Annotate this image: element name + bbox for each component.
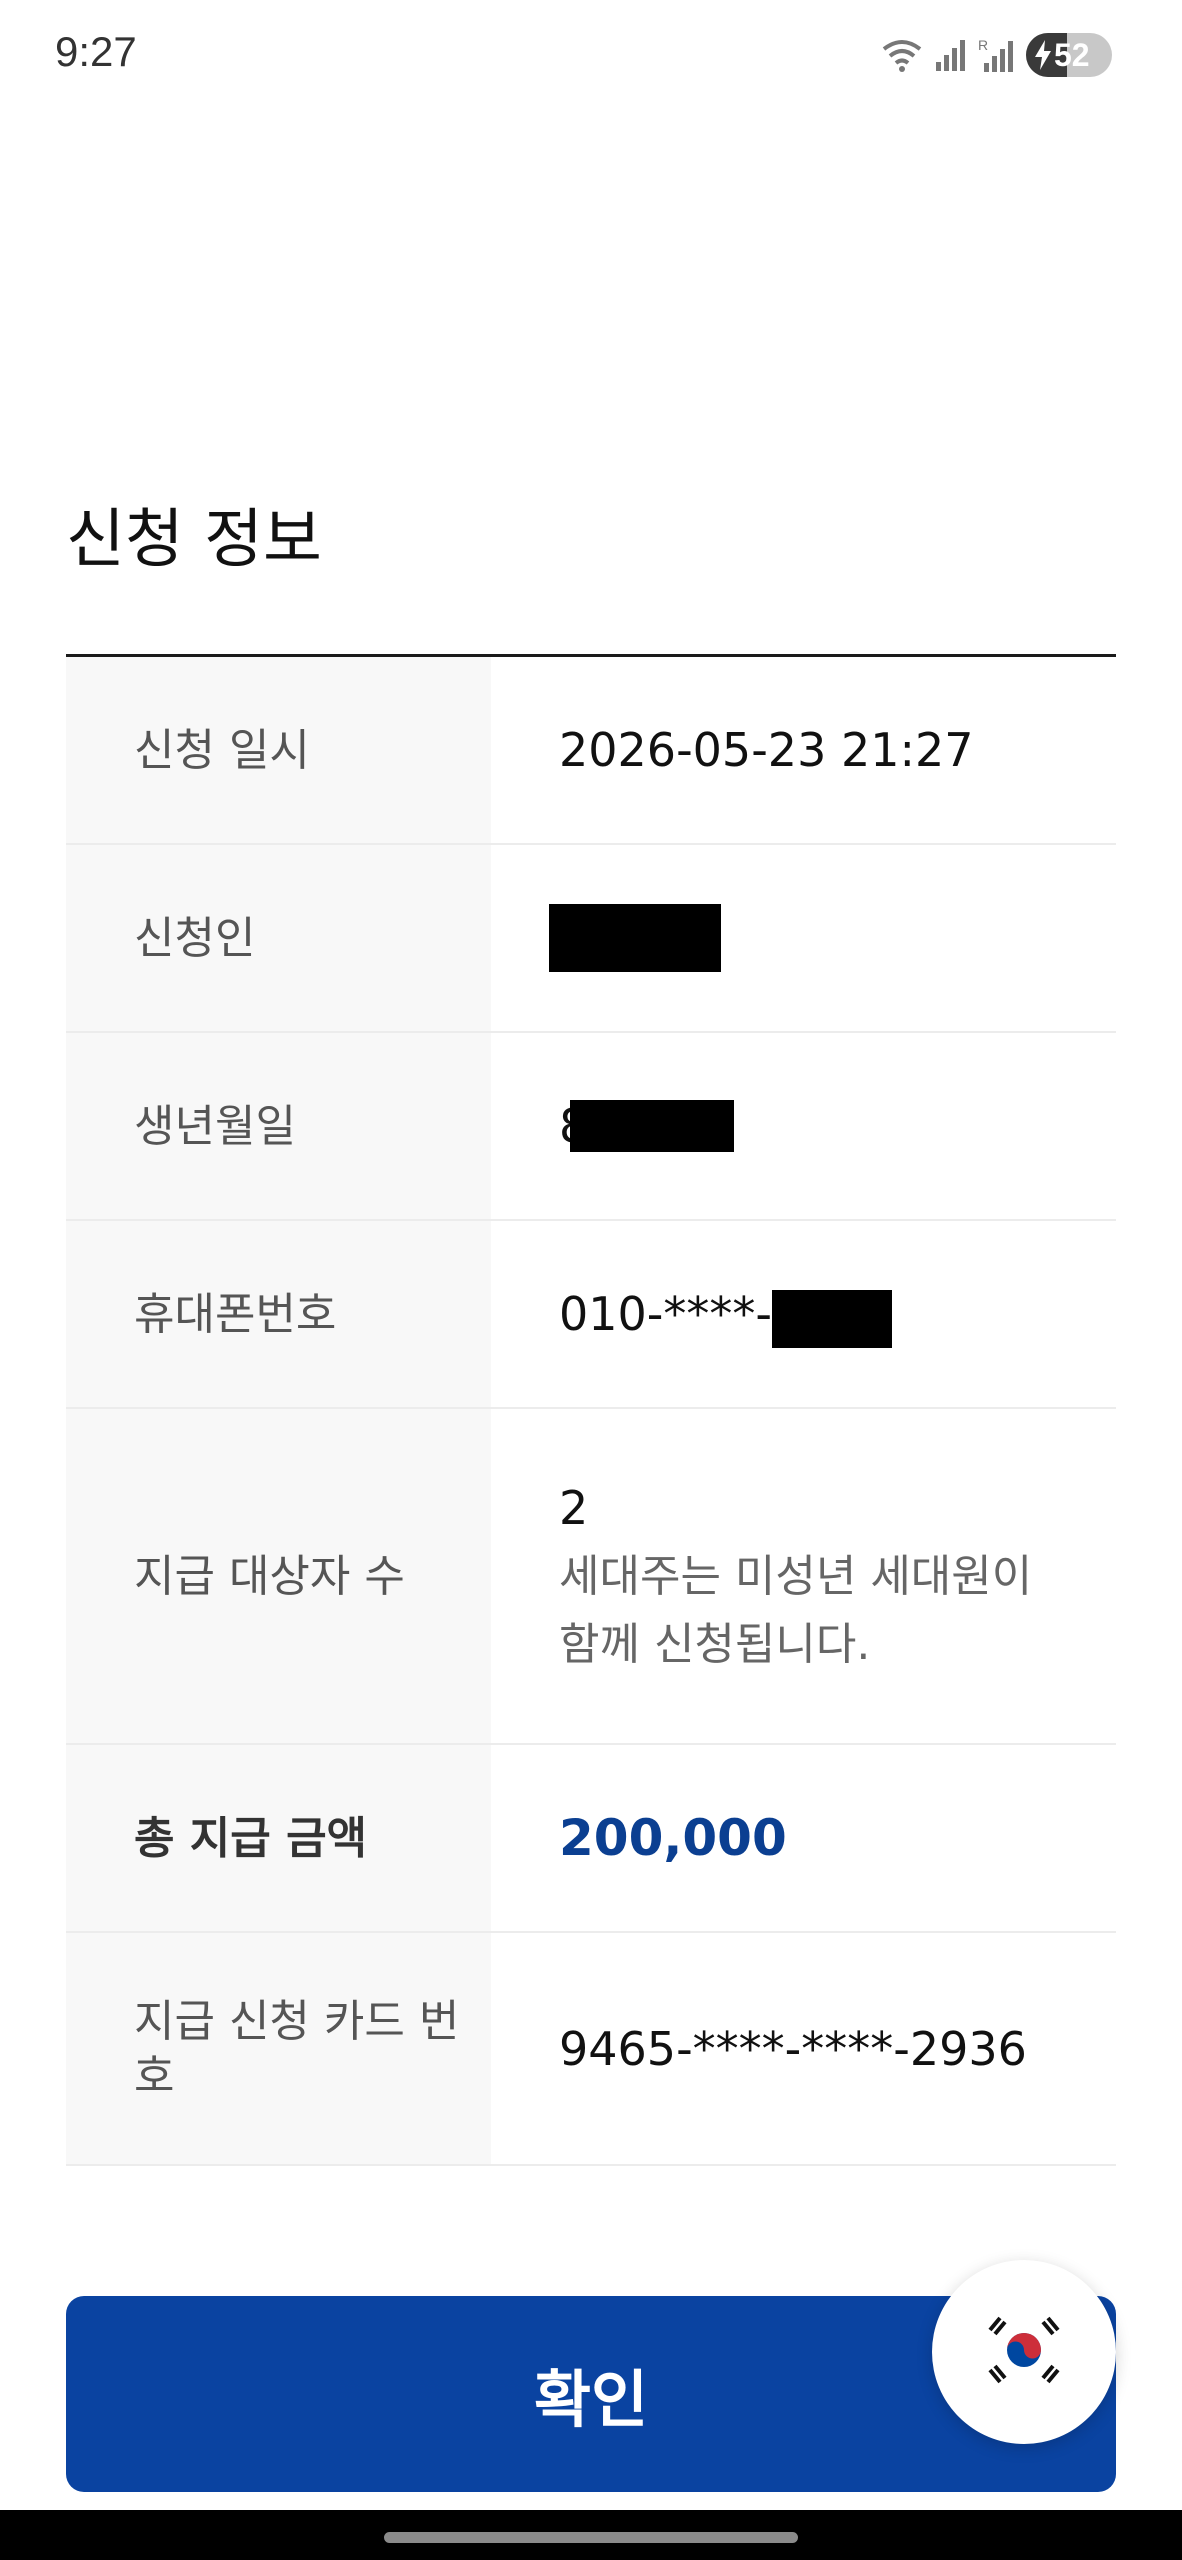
recipient-count: 2 [559, 1481, 589, 1535]
total-amount: 200,000 [559, 1809, 787, 1867]
battery-charging-icon: 52 [1026, 33, 1112, 77]
row-label: 생년월일 [66, 1033, 491, 1219]
status-icons: R 52 [880, 30, 1112, 80]
redaction-box [570, 1100, 735, 1152]
language-button[interactable] [932, 2260, 1116, 2444]
page-title: 신청 정보 [66, 503, 322, 577]
table-row: 지급 대상자 수 2 세대주는 미성년 세대원이 함께 신청됩니다. [66, 1409, 1116, 1745]
wifi-icon [880, 37, 924, 73]
signal-roaming-icon: R [978, 37, 1016, 73]
row-label: 신청 일시 [66, 657, 491, 843]
row-value: 9465-****-****-2936 [559, 2021, 1027, 2076]
row-value: 8 [491, 1033, 1116, 1219]
row-label: 휴대폰번호 [66, 1221, 491, 1407]
row-value: 2026-05-23 21:27 [559, 723, 974, 777]
row-label: 총 지급 금액 [66, 1745, 491, 1931]
home-gesture-handle[interactable] [384, 2532, 798, 2543]
info-table: 신청 일시 2026-05-23 21:27 신청인 생년월일 8 휴대폰번호 … [66, 657, 1116, 2166]
phone-number: 010-****- [559, 1287, 772, 1341]
korea-flag-icon [978, 2304, 1070, 2400]
row-value [491, 845, 1116, 1031]
row-label: 지급 신청 카드 번호 [66, 1933, 491, 2164]
table-row: 휴대폰번호 010-****- [66, 1221, 1116, 1409]
row-value: 200,000 [491, 1745, 1116, 1931]
signal-icon [934, 38, 968, 72]
battery-level: 52 [1054, 36, 1090, 73]
status-bar: 9:27 R 52 [0, 0, 1182, 110]
svg-text:R: R [978, 37, 988, 53]
redaction-box [549, 904, 721, 972]
table-row: 지급 신청 카드 번호 9465-****-****-2936 [66, 1933, 1116, 2166]
recipient-note: 세대주는 미성년 세대원이 함께 신청됩니다. [559, 1551, 1033, 1670]
row-value: 010-****- [491, 1221, 1116, 1407]
table-row: 신청 일시 2026-05-23 21:27 [66, 657, 1116, 845]
row-value: 2 세대주는 미성년 세대원이 함께 신청됩니다. [491, 1409, 1116, 1743]
row-label: 지급 대상자 수 [66, 1409, 491, 1743]
table-row: 신청인 [66, 845, 1116, 1033]
status-time: 9:27 [55, 28, 137, 75]
redaction-box [772, 1290, 892, 1348]
row-label: 신청인 [66, 845, 491, 1031]
table-row: 총 지급 금액 200,000 [66, 1745, 1116, 1933]
table-row: 생년월일 8 [66, 1033, 1116, 1221]
